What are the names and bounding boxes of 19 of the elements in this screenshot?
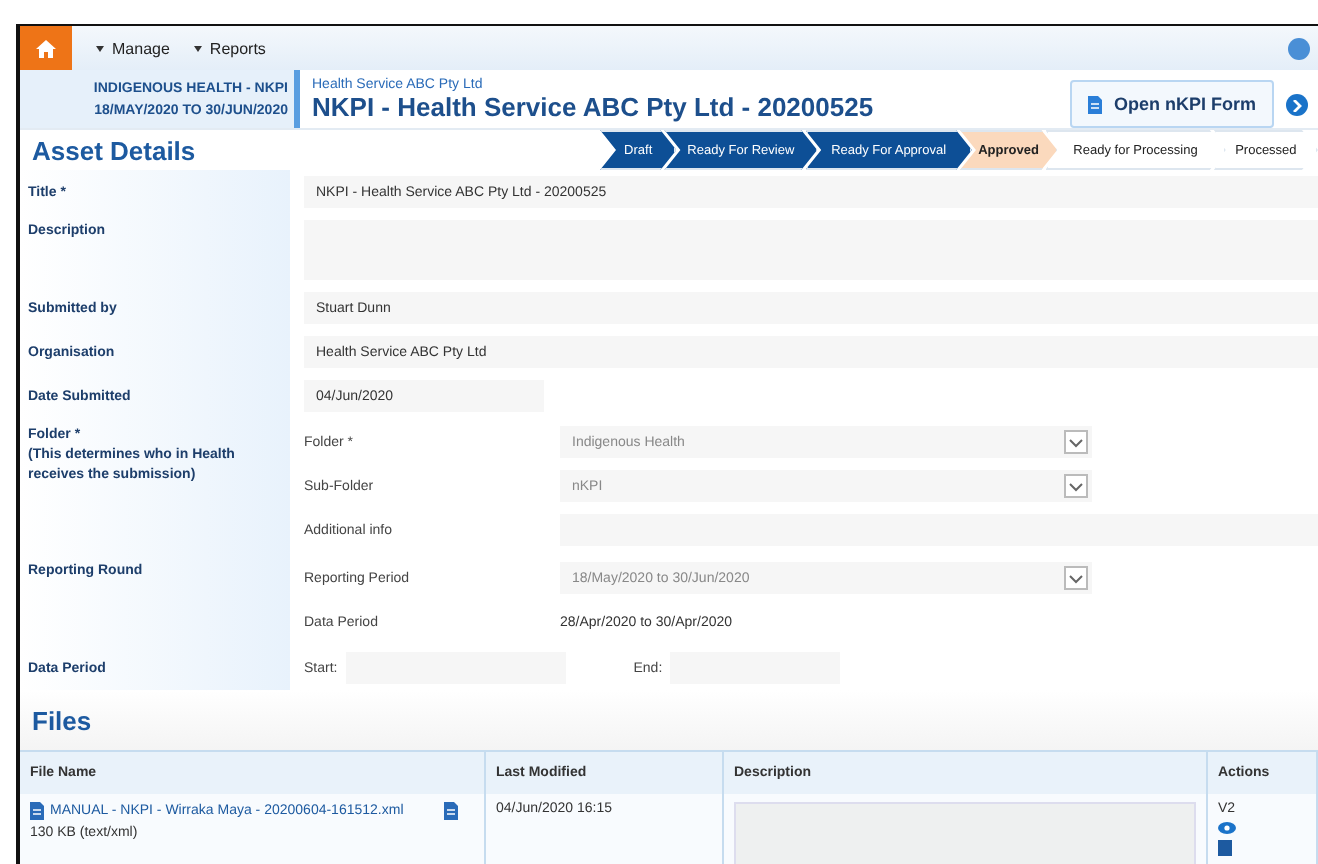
file-icon	[30, 802, 44, 820]
section-heading: Files	[30, 705, 94, 735]
chevron-down-icon	[1064, 430, 1088, 454]
trash-icon[interactable]	[1218, 840, 1232, 856]
home-icon	[36, 39, 56, 57]
chevron-down-icon	[1064, 474, 1088, 498]
help-icon[interactable]	[1288, 37, 1310, 59]
home-button[interactable]	[20, 26, 72, 70]
eye-icon[interactable]	[1218, 822, 1236, 834]
next-icon[interactable]	[1286, 94, 1308, 116]
nav-menu[interactable]: Manage	[96, 39, 170, 57]
document-icon	[443, 802, 458, 820]
section-heading: Asset Details	[30, 135, 198, 165]
open-form-button[interactable]: Open nKPI Form	[1069, 80, 1274, 128]
description-field[interactable]	[734, 802, 1196, 864]
nav-menu[interactable]: Reports	[193, 39, 266, 57]
page-title: NKPI - Health Service ABC Pty Ltd - 20200525	[312, 91, 876, 121]
document-icon	[1087, 95, 1102, 113]
chevron-down-icon	[1064, 566, 1088, 590]
